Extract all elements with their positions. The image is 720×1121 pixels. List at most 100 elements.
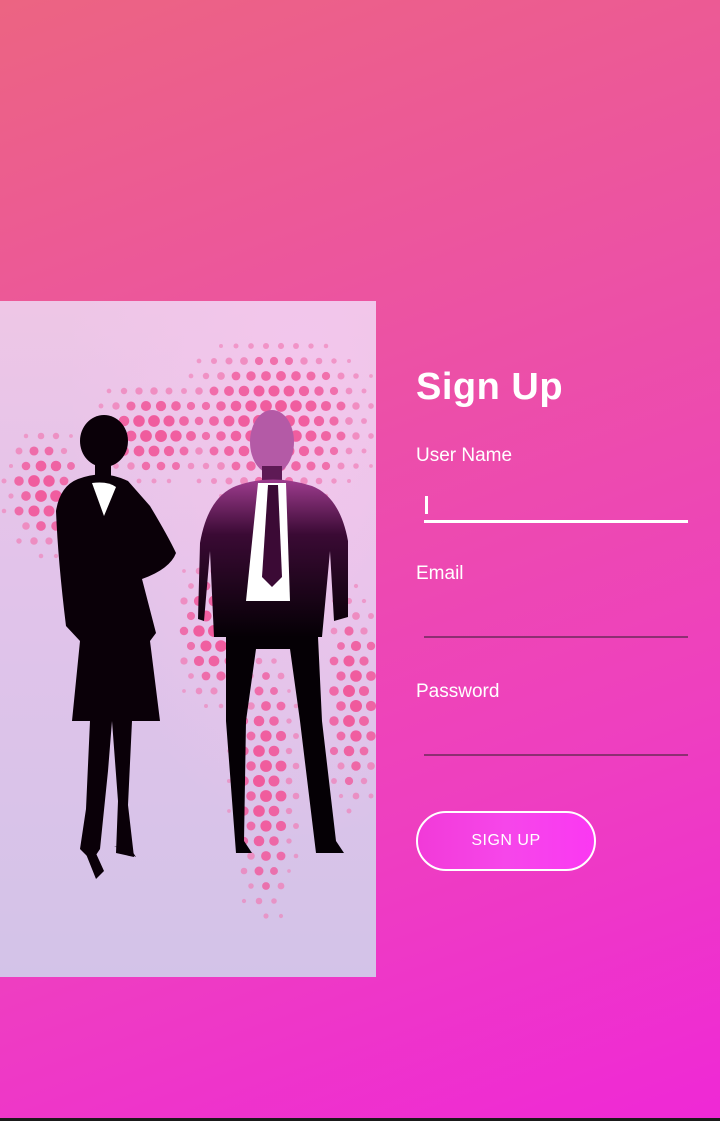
halftone-dot [368, 613, 374, 619]
halftone-dot [352, 432, 360, 440]
signup-button[interactable]: SIGN UP [416, 811, 596, 871]
halftone-dot [345, 417, 353, 425]
halftone-dot [155, 430, 167, 442]
halftone-dot [329, 716, 339, 726]
halftone-dot [359, 716, 369, 726]
halftone-dot [59, 476, 69, 486]
halftone-dot [126, 401, 136, 411]
halftone-dot [337, 642, 345, 650]
password-label: Password [416, 681, 500, 702]
halftone-dot [204, 704, 208, 708]
halftone-dot [298, 415, 310, 427]
halftone-dot [179, 626, 189, 636]
halftone-dot [170, 430, 182, 442]
username-input[interactable] [424, 486, 688, 523]
halftone-dot [263, 913, 269, 919]
email-label: Email [416, 563, 464, 584]
halftone-dot [140, 430, 152, 442]
halftone-dot [155, 400, 167, 412]
halftone-dot [368, 433, 374, 439]
man-silhouette [198, 410, 348, 853]
halftone-dot [181, 388, 187, 394]
halftone-dot [246, 791, 256, 801]
halftone-dot [69, 434, 73, 438]
halftone-dot [171, 401, 181, 411]
halftone-dot [180, 597, 188, 605]
halftone-dot [269, 716, 279, 726]
halftone-dot [293, 343, 299, 349]
halftone-dot [44, 446, 54, 456]
halftone-dot [283, 385, 295, 397]
halftone-dot [15, 447, 23, 455]
halftone-dot [361, 418, 367, 424]
halftone-dot [262, 672, 270, 680]
woman-silhouette [56, 415, 176, 879]
halftone-dot [276, 851, 286, 861]
halftone-dot [22, 522, 30, 530]
halftone-dot [315, 477, 323, 485]
halftone-dot [188, 583, 194, 589]
halftone-dot [196, 478, 202, 484]
halftone-dot [260, 400, 272, 412]
halftone-dot [350, 670, 362, 682]
halftone-dot [291, 371, 301, 381]
halftone-dot [43, 475, 55, 487]
halftone-dot [216, 431, 226, 441]
halftone-dot [366, 641, 376, 651]
halftone-dot [306, 371, 316, 381]
halftone-dot [8, 493, 14, 499]
halftone-dot [201, 401, 211, 411]
halftone-dot [331, 478, 337, 484]
halftone-dot [52, 432, 60, 440]
halftone-dot [284, 356, 294, 366]
halftone-dot [306, 461, 316, 471]
halftone-dot [248, 883, 254, 889]
halftone-dot [246, 821, 256, 831]
halftone-dot [141, 461, 151, 471]
halftone-dot [329, 416, 339, 426]
halftone-dot [98, 403, 104, 409]
halftone-dot [187, 462, 195, 470]
halftone-dot [248, 343, 254, 349]
halftone-dot [329, 386, 339, 396]
halftone-dot [165, 387, 173, 395]
halftone-dot [201, 671, 211, 681]
halftone-dot [193, 655, 205, 667]
halftone-dot [343, 715, 355, 727]
halftone-dot [275, 730, 287, 742]
halftone-dot [186, 641, 196, 651]
halftone-dot [277, 882, 285, 890]
halftone-dot [276, 371, 286, 381]
halftone-dot [305, 430, 317, 442]
halftone-dot [329, 656, 339, 666]
halftone-dot [286, 718, 292, 724]
halftone-dot [315, 357, 323, 365]
halftone-dot [148, 445, 160, 457]
halftone-dot [246, 371, 256, 381]
halftone-dot [194, 416, 204, 426]
halftone-dot [230, 430, 242, 442]
halftone-dot [218, 703, 224, 709]
password-input[interactable] [424, 720, 688, 756]
username-label: User Name [416, 445, 513, 466]
halftone-dot [337, 762, 345, 770]
halftone-dot [275, 820, 287, 832]
businesspeople-illustration [0, 301, 376, 977]
halftone-dot [366, 731, 376, 741]
halftone-dot [361, 388, 367, 394]
halftone-dot [260, 790, 272, 802]
halftone-dot [112, 402, 120, 410]
halftone-dot [262, 882, 270, 890]
halftone-dot [209, 446, 219, 456]
halftone-dot [166, 478, 172, 484]
halftone-dot [337, 462, 345, 470]
halftone-dot [352, 792, 360, 800]
halftone-dot [133, 445, 145, 457]
halftone-dot [21, 491, 31, 501]
halftone-dot [163, 445, 175, 457]
email-input[interactable] [424, 602, 688, 638]
halftone-dot [320, 400, 332, 412]
halftone-dot [28, 475, 40, 487]
halftone-dot [293, 853, 299, 859]
halftone-dot [253, 385, 265, 397]
